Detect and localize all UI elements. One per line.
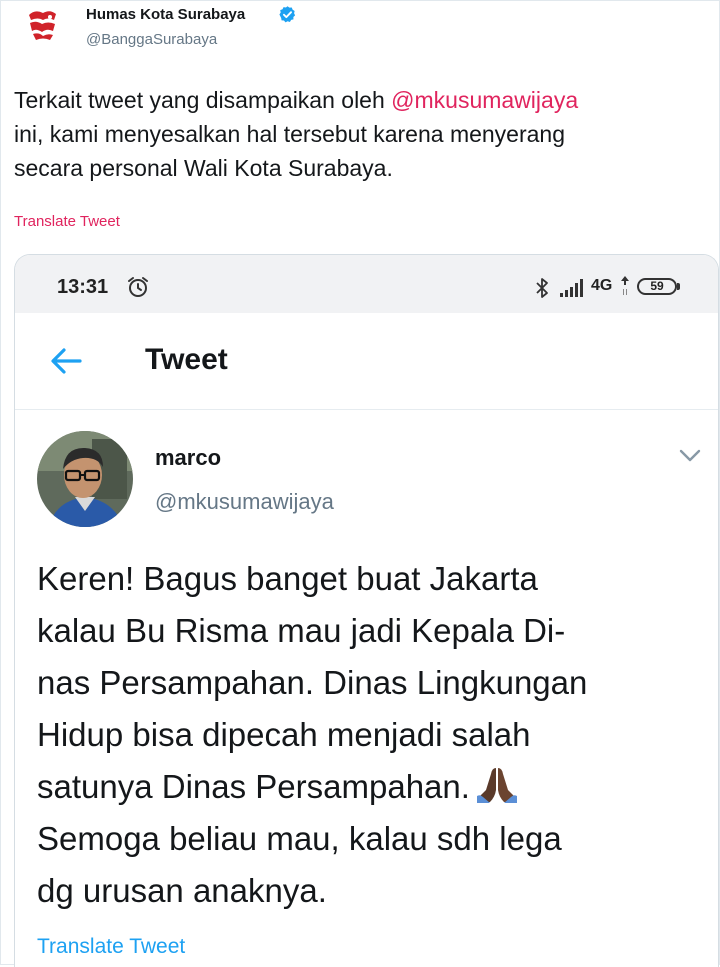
tweet-author-handle[interactable]: @mkusumawijaya bbox=[155, 489, 334, 515]
quoted-tweet-line: nas Persampahan. Dinas Lingkungan bbox=[37, 664, 588, 701]
translate-tweet-link[interactable]: Translate Tweet bbox=[14, 213, 120, 230]
quoted-tweet-line: Hidup bisa dipecah menjadi salah bbox=[37, 716, 531, 753]
bluetooth-icon bbox=[536, 278, 548, 298]
battery-tip bbox=[677, 283, 680, 290]
page-title: Tweet bbox=[145, 343, 228, 376]
tweet-text-prefix: Terkait tweet yang disampaikan oleh bbox=[14, 87, 392, 113]
network-type: 4G bbox=[591, 277, 613, 294]
data-arrows-icon bbox=[621, 276, 629, 295]
tweet-text-line: ini, kami menyesalkan hal tersebut karen… bbox=[14, 121, 566, 147]
verified-icon bbox=[279, 6, 296, 23]
tweet-author-name[interactable]: marco bbox=[155, 445, 221, 471]
author-handle[interactable]: @BanggaSurabaya bbox=[86, 31, 217, 48]
signal-icon bbox=[560, 279, 583, 297]
tweet-text-line: secara personal Wali Kota Surabaya. bbox=[14, 155, 393, 181]
avatar[interactable] bbox=[37, 431, 133, 527]
tweet-text: Terkait tweet yang disampaikan oleh @mku… bbox=[14, 83, 714, 185]
battery-level: 59 bbox=[637, 278, 677, 295]
quoted-tweet-line-with-emoji: satunya Dinas Persampahan. bbox=[37, 761, 713, 813]
chevron-down-icon[interactable] bbox=[679, 449, 701, 463]
status-bar: 13:31 4G 59 bbox=[15, 255, 718, 313]
back-arrow-icon[interactable] bbox=[50, 347, 82, 375]
mention-link[interactable]: @mkusumawijaya bbox=[391, 87, 578, 113]
translate-tweet-link-embedded[interactable]: Translate Tweet bbox=[37, 935, 185, 959]
alarm-icon bbox=[128, 277, 148, 297]
surabaya-logo-icon[interactable] bbox=[24, 6, 62, 44]
quoted-tweet-text: Keren! Bagus banget buat Jakarta kalau B… bbox=[37, 553, 713, 917]
folded-hands-icon bbox=[476, 768, 517, 803]
author-name[interactable]: Humas Kota Surabaya bbox=[86, 6, 245, 23]
quoted-tweet-line: Keren! Bagus banget buat Jakarta bbox=[37, 560, 538, 597]
quoted-tweet-line: dg urusan anaknya. bbox=[37, 872, 327, 909]
quoted-tweet-line: satunya Dinas Persampahan. bbox=[37, 768, 470, 805]
quoted-tweet-line: kalau Bu Risma mau jadi Kepala Di- bbox=[37, 612, 566, 649]
quoted-tweet-line: Semoga beliau mau, kalau sdh lega bbox=[37, 820, 562, 857]
embedded-screenshot[interactable]: 13:31 4G 59 Tweet marco @mkusumawijaya K… bbox=[14, 254, 719, 967]
status-time: 13:31 bbox=[57, 276, 109, 298]
app-bar: Tweet bbox=[15, 313, 718, 410]
